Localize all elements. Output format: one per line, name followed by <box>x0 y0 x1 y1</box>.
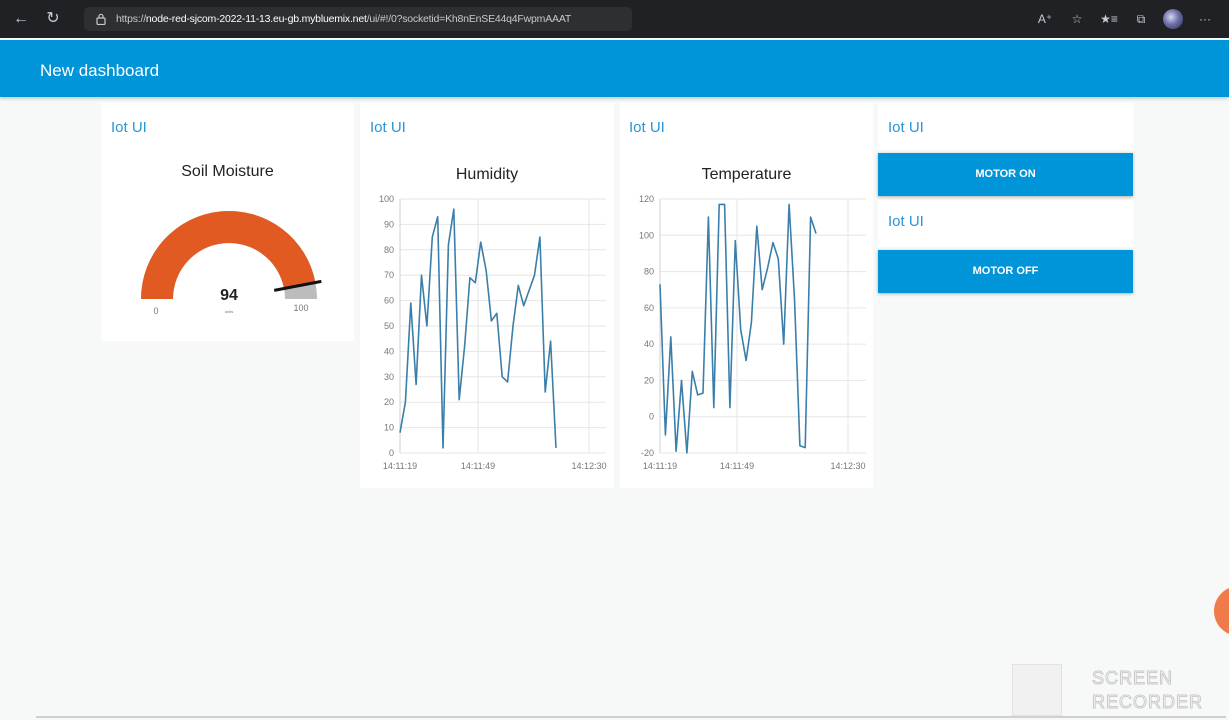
y-tick-label: 60 <box>384 296 394 306</box>
y-tick-label: 70 <box>384 270 394 280</box>
gauge-fill <box>141 210 316 299</box>
y-tick-label: 40 <box>384 346 394 356</box>
motor-off-card: Iot UI <box>878 200 1133 247</box>
series-line <box>659 203 817 454</box>
y-tick-label: 0 <box>649 412 654 422</box>
soil-moisture-card: Iot UI Soil Moisture 94 units 0 100 <box>101 103 354 341</box>
url-path: /ui/#!/0?socketid=Kh8nEnSE44q4FwpmAAAT <box>366 13 572 25</box>
soil-moisture-gauge: 94 units 0 100 <box>141 210 322 316</box>
y-tick-label: 80 <box>644 267 654 277</box>
recorder-logo <box>1012 664 1062 716</box>
y-tick-label: 100 <box>379 194 394 204</box>
browser-actions: A⁺ ☆ ★≡ ⧉ ··· <box>1029 9 1221 29</box>
y-tick-label: 30 <box>384 372 394 382</box>
address-bar[interactable]: https://node-red-sjcom-2022-11-13.eu-gb.… <box>84 7 632 31</box>
watermark-line1: SCREEN <box>1091 668 1174 689</box>
gauge-max-label: 100 <box>293 303 308 313</box>
motor-on-card: Iot UI <box>878 103 1133 150</box>
url-text: https://node-red-sjcom-2022-11-13.eu-gb.… <box>116 13 571 25</box>
y-tick-label: 80 <box>384 245 394 255</box>
x-tick-label: 14:11:19 <box>383 461 417 471</box>
gauge-value: 94 <box>220 287 238 304</box>
y-tick-label: 120 <box>639 194 654 204</box>
group-title: Iot UI <box>888 119 924 136</box>
watermark-line2: RECORDER <box>1091 692 1204 713</box>
watermark-text: SCREEN RECORDER <box>1091 666 1204 714</box>
dashboard-title: New dashboard <box>40 61 160 80</box>
motor-off-button[interactable]: MOTOR OFF <box>878 250 1133 293</box>
x-tick-label: 14:11:19 <box>643 461 677 471</box>
y-tick-label: 50 <box>384 321 394 331</box>
x-tick-label: 14:12:30 <box>571 461 606 471</box>
browser-toolbar: ← ↻ https://node-red-sjcom-2022-11-13.eu… <box>0 0 1229 38</box>
back-arrow-icon[interactable]: ← <box>10 8 32 30</box>
humidity-chart: 0 10 20 30 40 50 60 70 80 90 100 14:11:19 14:11:49 14… <box>379 194 607 471</box>
refresh-icon[interactable]: ↻ <box>42 8 64 30</box>
x-tick-label: 14:11:49 <box>461 461 495 471</box>
y-tick-label: 10 <box>384 423 394 433</box>
lock-icon <box>92 10 110 28</box>
screen-recorder-watermark: SCREEN RECORDER <box>1012 662 1212 718</box>
read-aloud-icon[interactable]: A⁺ <box>1029 9 1061 29</box>
y-tick-label: 20 <box>644 375 654 385</box>
humidity-card: Iot UI Humidity 0 10 20 30 40 50 60 70 80 90 100 14… <box>360 103 614 488</box>
bottom-divider <box>36 716 1226 718</box>
y-tick-label: 100 <box>639 230 654 240</box>
y-tick-label: 20 <box>384 397 394 407</box>
favorite-add-icon[interactable]: ☆ <box>1061 9 1093 29</box>
temperature-chart: -20 0 20 40 60 80 100 120 14:11:19 14:11:49 14:12:… <box>639 194 866 471</box>
y-tick-label: 0 <box>389 448 394 458</box>
temperature-card: Iot UI Temperature -20 0 20 40 60 80 100 120 14:… <box>620 103 873 488</box>
url-host: node-red-sjcom-2022-11-13.eu-gb.mybluemi… <box>145 13 367 25</box>
motor-on-button[interactable]: MOTOR ON <box>878 153 1133 196</box>
more-menu-icon[interactable]: ··· <box>1189 9 1221 29</box>
collections-icon[interactable]: ⧉ <box>1125 9 1157 29</box>
y-tick-label: 90 <box>384 219 394 229</box>
y-tick-label: 60 <box>644 303 654 313</box>
url-prefix: https:// <box>116 13 146 25</box>
profile-avatar[interactable] <box>1163 9 1183 29</box>
floating-action-badge[interactable] <box>1214 586 1229 636</box>
group-title: Iot UI <box>888 213 924 230</box>
dashboard-header: New dashboard <box>0 40 1229 97</box>
y-tick-label: 40 <box>644 339 654 349</box>
x-tick-label: 14:12:30 <box>830 461 865 471</box>
y-tick-label: -20 <box>641 448 654 458</box>
favorites-icon[interactable]: ★≡ <box>1093 9 1125 29</box>
gauge-unit: units <box>225 309 233 314</box>
gauge-min-label: 0 <box>153 306 158 316</box>
x-tick-label: 14:11:49 <box>720 461 754 471</box>
